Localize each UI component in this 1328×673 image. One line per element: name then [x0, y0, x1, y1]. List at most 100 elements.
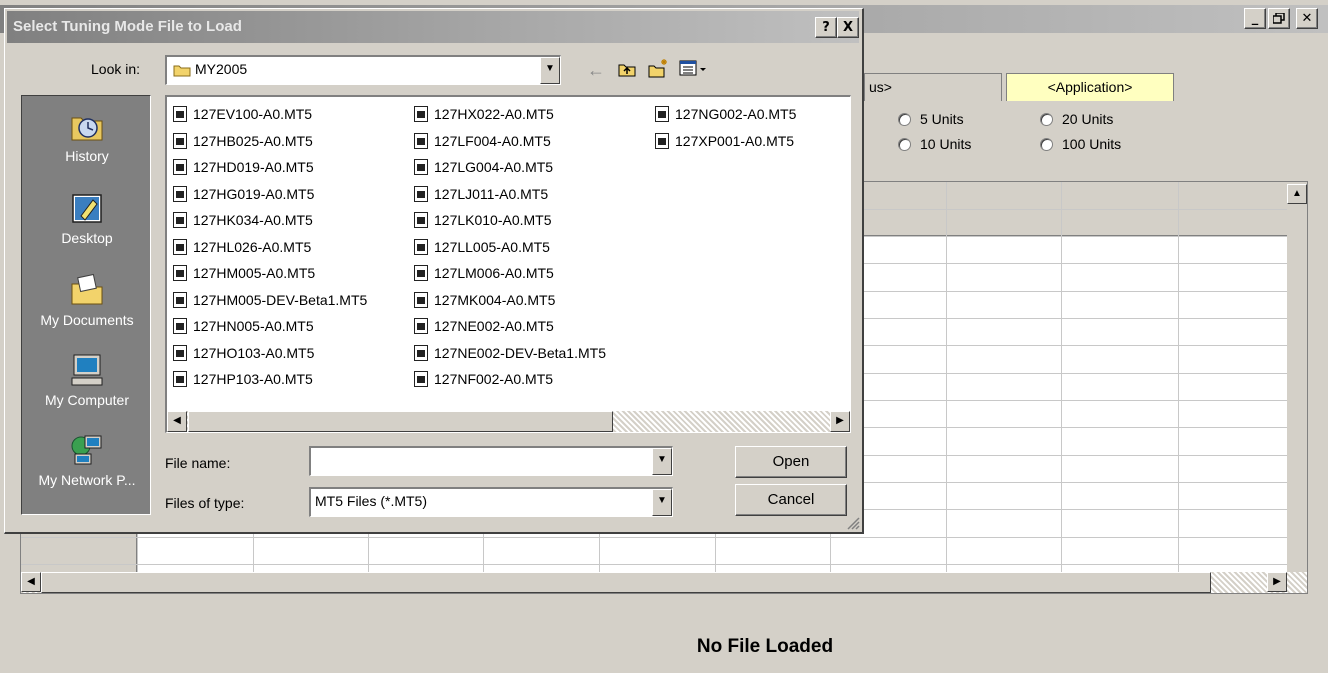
file-item[interactable]: 127HM005-A0.MT5 — [173, 260, 367, 287]
resize-grip-icon[interactable] — [846, 516, 860, 530]
radio-button[interactable] — [1040, 137, 1053, 151]
file-item[interactable]: 127EV100-A0.MT5 — [173, 101, 367, 128]
file-item[interactable]: 127HP103-A0.MT5 — [173, 366, 367, 393]
file-list-horizontal-scrollbar[interactable]: ◀ ▶ — [167, 411, 850, 432]
radio-5-units[interactable]: 5 Units — [898, 111, 964, 127]
view-menu-icon[interactable] — [679, 59, 709, 79]
file-item[interactable]: 127HD019-A0.MT5 — [173, 154, 367, 181]
tab-partial[interactable]: us> — [864, 73, 1002, 101]
chevron-down-icon[interactable]: ▼ — [652, 448, 672, 475]
restore-icon — [1272, 12, 1285, 24]
file-name-input[interactable]: ▼ — [309, 446, 673, 476]
radio-label: 5 Units — [920, 111, 964, 127]
file-item[interactable]: 127LJ011-A0.MT5 — [414, 181, 606, 208]
file-item[interactable]: 127HM005-DEV-Beta1.MT5 — [173, 287, 367, 314]
file-name: 127EV100-A0.MT5 — [193, 106, 313, 123]
scroll-right-icon[interactable]: ▶ — [830, 411, 850, 432]
file-name: 127NG002-A0.MT5 — [675, 106, 797, 123]
file-type-value: MT5 Files (*.MT5) — [315, 493, 427, 509]
mt5-file-icon — [173, 185, 187, 202]
file-column-1: 127EV100-A0.MT5 127HB025-A0.MT5 127HD019… — [173, 101, 367, 393]
radio-button[interactable] — [898, 112, 911, 126]
file-item[interactable]: 127HK034-A0.MT5 — [173, 207, 367, 234]
mt5-file-icon — [173, 106, 187, 123]
file-item[interactable]: 127NE002-A0.MT5 — [414, 313, 606, 340]
file-list[interactable]: 127EV100-A0.MT5 127HB025-A0.MT5 127HD019… — [165, 95, 851, 433]
file-item[interactable]: 127HN005-A0.MT5 — [173, 313, 367, 340]
file-item[interactable]: 127HL026-A0.MT5 — [173, 234, 367, 261]
file-name: 127HM005-DEV-Beta1.MT5 — [193, 291, 368, 308]
minimize-button[interactable]: _ — [1244, 8, 1266, 29]
file-name: 127HN005-A0.MT5 — [193, 318, 314, 335]
tab-application[interactable]: <Application> — [1006, 73, 1174, 101]
file-item[interactable]: 127HB025-A0.MT5 — [173, 128, 367, 155]
radio-100-units[interactable]: 100 Units — [1040, 136, 1121, 152]
file-name: 127LK010-A0.MT5 — [434, 212, 552, 229]
maximize-button[interactable] — [1268, 8, 1290, 29]
file-item[interactable]: 127NG002-A0.MT5 — [655, 101, 796, 128]
scroll-thumb[interactable] — [41, 572, 1211, 593]
place-my-computer[interactable]: My Computer — [22, 352, 152, 408]
radio-button[interactable] — [898, 137, 911, 151]
look-in-dropdown[interactable]: MY2005 ▼ — [165, 55, 561, 85]
file-item[interactable]: 127HG019-A0.MT5 — [173, 181, 367, 208]
cancel-button[interactable]: Cancel — [735, 484, 847, 516]
place-my-network[interactable]: My Network P... — [22, 432, 152, 488]
file-item[interactable]: 127MK004-A0.MT5 — [414, 287, 606, 314]
place-label: My Network P... — [38, 472, 136, 488]
desktop-icon — [72, 194, 102, 223]
radio-label: 100 Units — [1062, 136, 1122, 152]
chevron-down-icon[interactable]: ▼ — [652, 489, 672, 516]
help-button[interactable]: ? — [815, 17, 837, 38]
mt5-file-icon — [655, 132, 669, 149]
file-item[interactable]: 127NE002-DEV-Beta1.MT5 — [414, 340, 606, 367]
dialog-titlebar[interactable]: Select Tuning Mode File to Load ? X — [7, 11, 859, 43]
file-item[interactable]: 127NF002-A0.MT5 — [414, 366, 606, 393]
file-item[interactable]: 127LF004-A0.MT5 — [414, 128, 606, 155]
dialog-title: Select Tuning Mode File to Load — [13, 18, 242, 35]
places-bar: History Desktop My Documents My Computer… — [21, 95, 151, 515]
back-arrow-icon[interactable]: ← — [587, 60, 605, 80]
place-my-documents[interactable]: My Documents — [22, 272, 152, 328]
scroll-up-icon[interactable]: ▲ — [1287, 184, 1307, 204]
scroll-left-icon[interactable]: ◀ — [167, 411, 187, 432]
scroll-thumb[interactable] — [188, 411, 613, 432]
scroll-left-icon[interactable]: ◀ — [21, 572, 41, 592]
file-item[interactable]: 127HO103-A0.MT5 — [173, 340, 367, 367]
new-folder-icon[interactable] — [647, 57, 669, 79]
open-button[interactable]: Open — [735, 446, 847, 478]
mt5-file-icon — [414, 132, 428, 149]
file-item[interactable]: 127LG004-A0.MT5 — [414, 154, 606, 181]
file-item[interactable]: 127LL005-A0.MT5 — [414, 234, 606, 261]
chevron-down-icon[interactable]: ▼ — [540, 57, 560, 84]
my-computer-icon — [71, 354, 103, 386]
grid-vertical-scrollbar[interactable]: ▲ — [1287, 182, 1307, 574]
mt5-file-icon — [173, 371, 187, 388]
history-icon — [71, 117, 103, 141]
dialog-close-button[interactable]: X — [837, 17, 859, 38]
file-item[interactable]: 127LK010-A0.MT5 — [414, 207, 606, 234]
file-name: 127NE002-A0.MT5 — [434, 318, 554, 335]
file-type-dropdown[interactable]: MT5 Files (*.MT5) ▼ — [309, 487, 673, 517]
place-desktop[interactable]: Desktop — [22, 190, 152, 246]
grid-horizontal-scrollbar[interactable]: ◀ ▶ — [21, 572, 1307, 593]
file-name: 127LL005-A0.MT5 — [434, 238, 550, 255]
file-item[interactable]: 127XP001-A0.MT5 — [655, 128, 796, 155]
up-folder-icon[interactable] — [617, 59, 637, 79]
file-item[interactable]: 127HX022-A0.MT5 — [414, 101, 606, 128]
file-name: 127HM005-A0.MT5 — [193, 265, 316, 282]
mt5-file-icon — [414, 238, 428, 255]
file-item[interactable]: 127LM006-A0.MT5 — [414, 260, 606, 287]
radio-20-units[interactable]: 20 Units — [1040, 111, 1113, 127]
scroll-right-icon[interactable]: ▶ — [1267, 572, 1287, 592]
file-column-2: 127HX022-A0.MT5 127LF004-A0.MT5 127LG004… — [414, 101, 606, 393]
mt5-file-icon — [173, 159, 187, 176]
file-name: 127LM006-A0.MT5 — [434, 265, 554, 282]
place-label: Desktop — [61, 230, 113, 246]
file-name: 127MK004-A0.MT5 — [434, 291, 556, 308]
my-documents-icon — [71, 273, 103, 305]
radio-button[interactable] — [1040, 112, 1053, 126]
radio-10-units[interactable]: 10 Units — [898, 136, 971, 152]
place-history[interactable]: History — [22, 108, 152, 164]
app-close-button[interactable]: ✕ — [1296, 8, 1318, 29]
